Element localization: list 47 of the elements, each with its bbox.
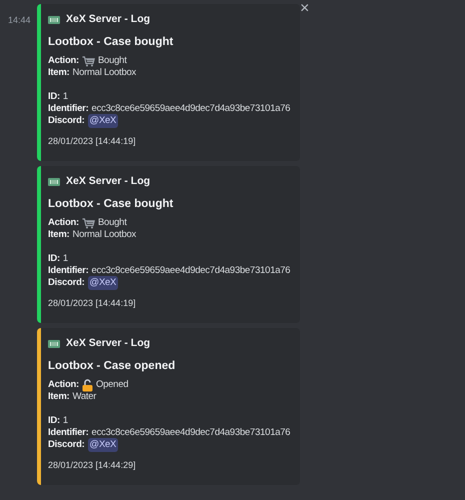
field-label: Identifier:: [48, 264, 89, 278]
field-value: 1: [62, 252, 68, 266]
embed-title: Lootbox - Case bought: [48, 197, 174, 211]
cart-icon: [82, 218, 95, 228]
field-label: Action:: [48, 216, 79, 230]
field-label: Identifier:: [48, 102, 89, 116]
close-button[interactable]: ×: [299, 1, 310, 17]
field-label: Item:: [48, 66, 70, 80]
field-label: ID:: [48, 252, 60, 266]
embed-author: XeX Server - Log: [66, 12, 150, 28]
field-label: Discord:: [48, 276, 85, 290]
embed-author: XeX Server - Log: [66, 336, 150, 352]
field-label: ID:: [48, 90, 60, 104]
field-label: ID:: [48, 414, 60, 428]
field-label: Item:: [48, 390, 70, 404]
field-value: Opened: [96, 378, 128, 392]
cart-icon: [82, 56, 95, 66]
unlocked-padlock-icon: [82, 378, 93, 392]
user-mention-link[interactable]: @XeX: [88, 114, 118, 128]
field-value: Normal Lootbox: [72, 66, 136, 80]
message-timestamp: 14:44: [8, 15, 31, 25]
field-label: Identifier:: [48, 426, 89, 440]
field-label: Item:: [48, 228, 70, 242]
banknote-icon: [48, 16, 60, 24]
user-mention-link[interactable]: @XeX: [88, 438, 118, 452]
banknote-icon: [48, 340, 60, 348]
field-label: Action:: [48, 378, 79, 392]
user-mention-link[interactable]: @XeX: [88, 276, 118, 290]
field-value: ecc3c8ce6e59659aee4d9dec7d4a93be73101a76: [92, 264, 290, 278]
field-value: Bought: [98, 216, 127, 230]
embed-title: Lootbox - Case opened: [48, 359, 176, 373]
field-value: 1: [62, 90, 68, 104]
embed-author: XeX Server - Log: [66, 174, 150, 190]
embed-footer-timestamp: 28/01/2023 [14:44:19]: [48, 135, 136, 148]
field-label: Discord:: [48, 438, 85, 452]
field-value: 1: [62, 414, 68, 428]
field-value: Normal Lootbox: [72, 228, 136, 242]
embed-footer-timestamp: 28/01/2023 [14:44:29]: [48, 459, 136, 472]
banknote-icon: [48, 178, 60, 186]
field-value: ecc3c8ce6e59659aee4d9dec7d4a93be73101a76: [92, 426, 290, 440]
field-value: Water: [72, 390, 96, 404]
field-value: Bought: [98, 54, 127, 68]
embed-title: Lootbox - Case bought: [48, 35, 174, 49]
field-value: ecc3c8ce6e59659aee4d9dec7d4a93be73101a76: [92, 102, 290, 116]
field-label: Discord:: [48, 114, 85, 128]
field-label: Action:: [48, 54, 79, 68]
embed-footer-timestamp: 28/01/2023 [14:44:19]: [48, 297, 136, 310]
